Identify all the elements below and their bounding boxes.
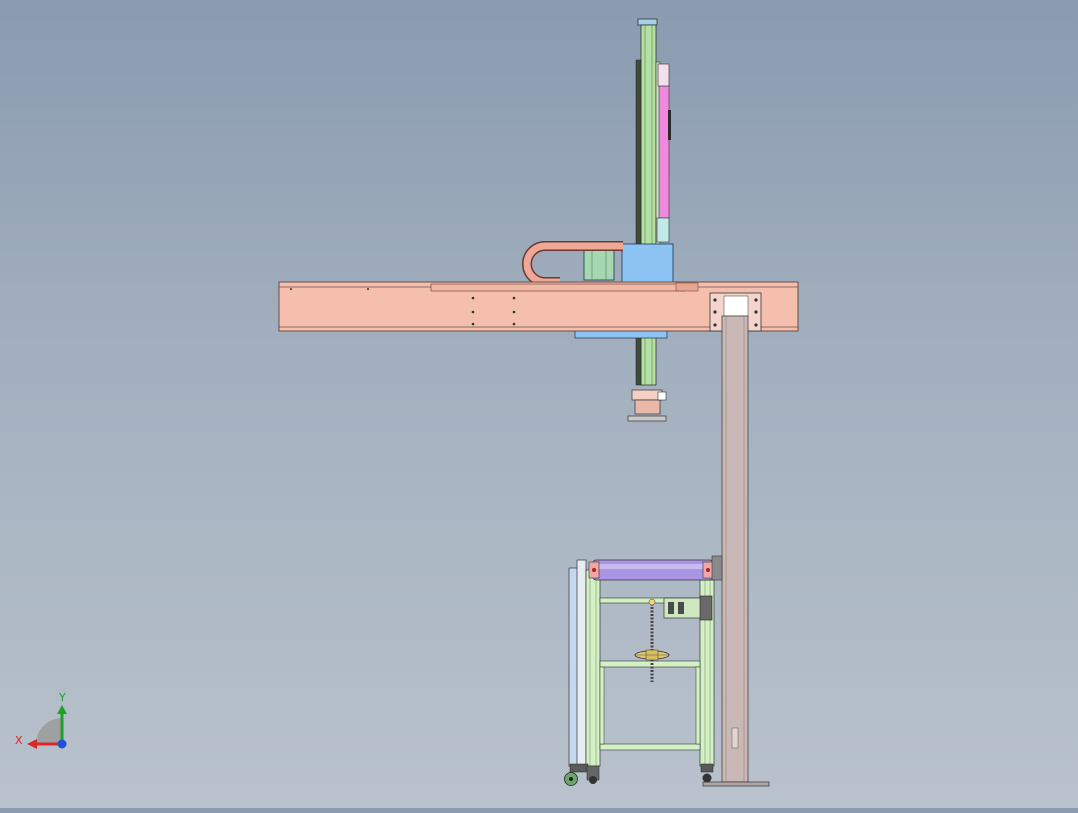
y-axis-label: Y (58, 691, 66, 704)
z-axis-lower-block (656, 217, 670, 243)
lift-frame (564, 555, 723, 786)
end-effector-flange (631, 389, 663, 401)
assembly-drawing: Y X (15, 18, 799, 787)
motor-cylinder (583, 249, 615, 281)
conveyor-roller (592, 559, 714, 581)
carriage-plate (621, 243, 674, 285)
end-effector-body (634, 399, 661, 415)
frame-cross-bottom (599, 743, 701, 751)
caster-right (700, 763, 714, 783)
vertical-z-axis (627, 18, 671, 422)
frame-left-post-inner (576, 559, 587, 767)
z-axis-dot (57, 739, 67, 749)
end-effector-plate (627, 415, 667, 422)
frame-cross-mid (599, 660, 701, 668)
end-effector-tab (657, 391, 667, 401)
z-axis-top-cap (637, 18, 658, 26)
beam-end-stop (675, 282, 699, 292)
triad-quadrant (36, 718, 62, 744)
z-axis-magenta-plate (658, 85, 670, 219)
coordinate-triad[interactable]: Y X (15, 691, 67, 749)
z-axis-top-block (657, 63, 670, 87)
column-base-plate (702, 781, 770, 787)
z-axis-sensor (668, 110, 671, 140)
x-axis-label: X (15, 734, 23, 747)
caster-left (564, 763, 600, 786)
cad-viewport[interactable]: Y X (0, 0, 1078, 808)
beam-top-rail (430, 283, 686, 292)
